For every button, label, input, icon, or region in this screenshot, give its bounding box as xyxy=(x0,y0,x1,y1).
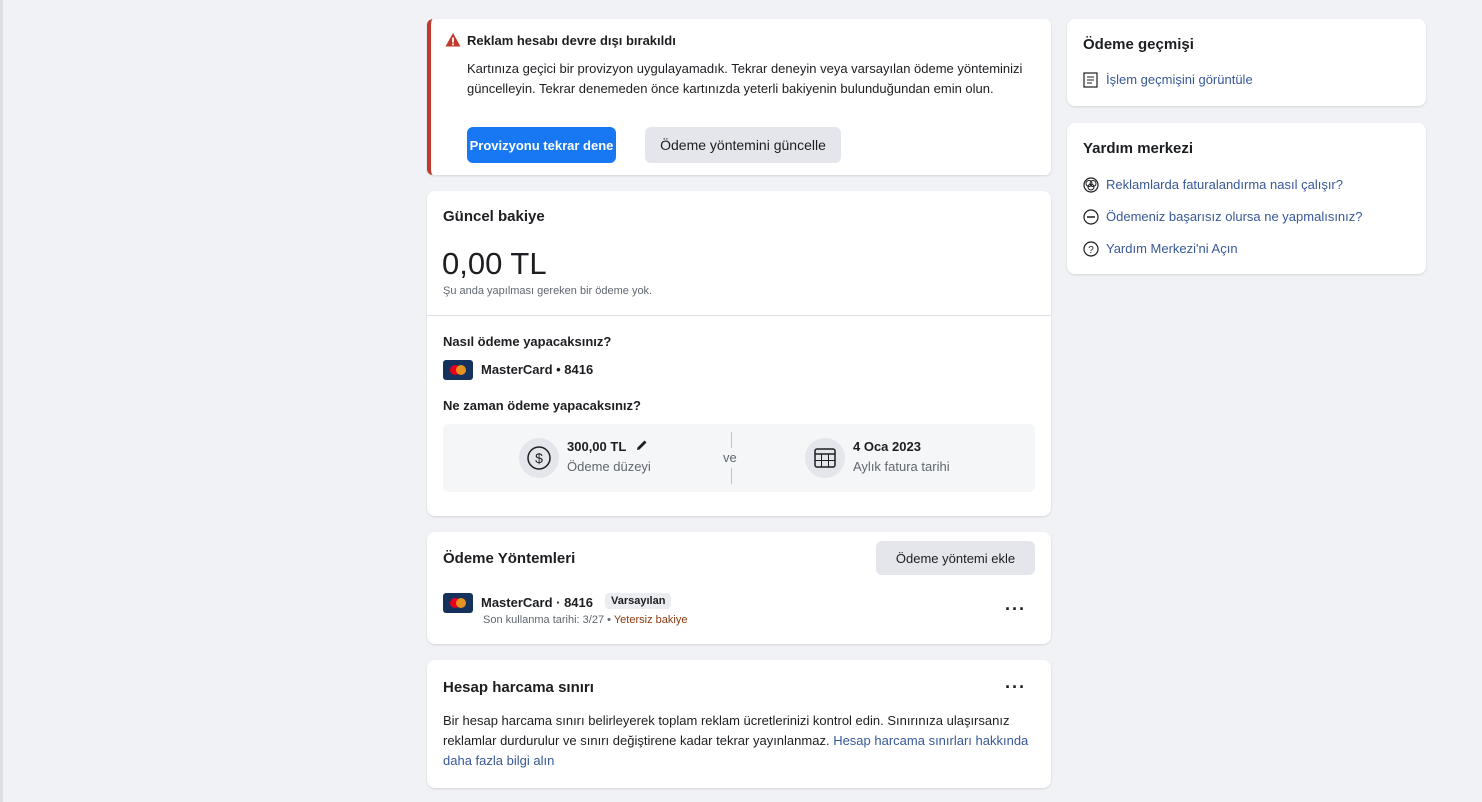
bullet: • xyxy=(607,614,614,626)
insufficient-funds-status: Yetersiz bakiye xyxy=(613,614,688,626)
last-used: Son kullanma tarihi: 3/27 xyxy=(483,614,605,626)
balance-amount: 0,00 TL xyxy=(442,246,547,281)
update-payment-method-button[interactable]: Ödeme yöntemini güncelle xyxy=(645,127,841,163)
warning-icon xyxy=(445,32,461,53)
billing-icon xyxy=(1083,177,1099,198)
payment-history-title: Ödeme geçmişi xyxy=(1083,36,1194,53)
balance-note: Şu anda yapılması gereken bir ödeme yok. xyxy=(443,285,653,297)
retry-authorization-button[interactable]: Provizyonu tekrar dene xyxy=(467,127,616,163)
default-badge: Varsayılan xyxy=(605,593,672,609)
account-disabled-alert: Reklam hesabı devre dışı bırakıldı Kartı… xyxy=(427,19,1051,175)
bill-date-label: Aylık fatura tarihi xyxy=(853,459,950,474)
help-link-billing[interactable]: Reklamlarda faturalandırma nasıl çalışır… xyxy=(1106,177,1343,192)
mastercard-icon xyxy=(443,360,473,380)
question-circle-icon: ? xyxy=(1083,241,1099,262)
balance-title: Güncel bakiye xyxy=(443,208,545,225)
help-center-title: Yardım merkezi xyxy=(1083,140,1194,157)
help-center-card: Yardım merkezi Reklamlarda faturalandırm… xyxy=(1067,123,1426,274)
view-transaction-history-link[interactable]: İşlem geçmişini görüntüle xyxy=(1106,72,1253,87)
mastercard-icon xyxy=(443,593,473,613)
account-spending-limit-card: Hesap harcama sınırı ··· Bir hesap harca… xyxy=(427,660,1051,788)
page-left-edge xyxy=(0,0,3,802)
help-link-failed-payment[interactable]: Ödemeniz başarısız olursa ne yapmalısını… xyxy=(1106,209,1363,224)
spending-limit-more-button[interactable]: ··· xyxy=(1005,678,1026,696)
help-link-open-help-center[interactable]: Yardım Merkezi'ni Açın xyxy=(1106,241,1238,256)
threshold-value: 300,00 TL xyxy=(567,439,648,454)
spending-limit-text: Bir hesap harcama sınırı belirleyerek to… xyxy=(443,711,1035,771)
separator-bottom xyxy=(731,468,732,484)
method-card-label: MasterCard · 8416 xyxy=(481,595,593,610)
billing-schedule-panel: $ 300,00 TL Ödeme düzeyi ve 4 Oca 2023 A… xyxy=(443,424,1035,492)
more-options-button[interactable]: ··· xyxy=(1005,600,1026,618)
svg-text:$: $ xyxy=(535,450,543,466)
current-balance-card: Güncel bakiye 0,00 TL Şu anda yapılması … xyxy=(427,191,1051,516)
threshold-amount: 300,00 TL xyxy=(567,439,627,454)
payment-history-card: Ödeme geçmişi İşlem geçmişini görüntüle xyxy=(1067,19,1426,106)
bill-date: 4 Oca 2023 xyxy=(853,439,921,454)
svg-text:?: ? xyxy=(1088,245,1094,256)
payment-card-label: MasterCard • 8416 xyxy=(481,362,594,377)
minus-circle-icon xyxy=(1083,209,1099,230)
divider xyxy=(427,315,1051,316)
edit-pencil-icon[interactable] xyxy=(636,439,648,454)
and-label: ve xyxy=(723,450,737,465)
spending-limit-title: Hesap harcama sınırı xyxy=(443,679,594,696)
alert-title: Reklam hesabı devre dışı bırakıldı xyxy=(467,33,676,48)
how-to-pay-title: Nasıl ödeme yapacaksınız? xyxy=(443,334,612,349)
add-payment-method-button[interactable]: Ödeme yöntemi ekle xyxy=(876,541,1035,575)
calendar-icon xyxy=(805,438,845,478)
alert-message: Kartınıza geçici bir provizyon uygulayam… xyxy=(467,61,1023,96)
separator-top xyxy=(731,432,732,448)
method-details: Son kullanma tarihi: 3/27 • Yetersiz bak… xyxy=(483,614,687,626)
when-to-pay-title: Ne zaman ödeme yapacaksınız? xyxy=(443,398,641,413)
receipt-icon xyxy=(1083,72,1098,93)
payment-methods-title: Ödeme Yöntemleri xyxy=(443,550,576,567)
dollar-icon: $ xyxy=(519,438,559,478)
payment-methods-card: Ödeme Yöntemleri Ödeme yöntemi ekle Mast… xyxy=(427,532,1051,644)
threshold-label: Ödeme düzeyi xyxy=(567,459,651,474)
